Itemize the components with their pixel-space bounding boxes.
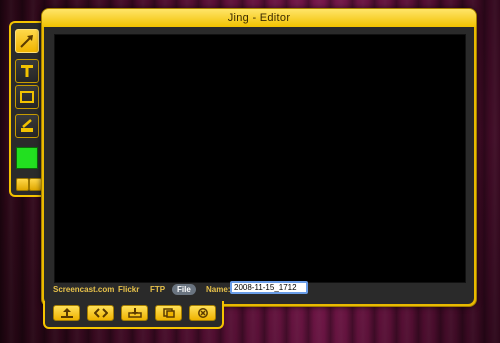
share-link-file[interactable]: File (172, 284, 196, 295)
cancel-button[interactable] (189, 305, 216, 321)
frame-tool-button[interactable] (15, 85, 39, 109)
capture-canvas[interactable] (54, 34, 466, 283)
palette-option-button[interactable] (16, 178, 29, 191)
editor-window: Jing - Editor Screencast.com Flickr FTP … (41, 8, 477, 307)
color-swatch[interactable] (16, 147, 38, 169)
tool-palette (9, 21, 43, 197)
highlight-tool-button[interactable] (15, 114, 39, 138)
arrow-tool-button[interactable] (15, 29, 39, 53)
share-link-flickr[interactable]: Flickr (118, 285, 139, 294)
share-button[interactable] (53, 305, 80, 321)
action-tray (43, 301, 224, 329)
text-tool-button[interactable] (15, 59, 39, 83)
name-label: Name: (206, 285, 231, 294)
embed-button[interactable] (87, 305, 114, 321)
window-title[interactable]: Jing - Editor (42, 9, 476, 27)
share-link-ftp[interactable]: FTP (150, 285, 165, 294)
save-button[interactable] (121, 305, 148, 321)
name-input[interactable] (230, 281, 308, 294)
share-link-screencast[interactable]: Screencast.com (53, 285, 114, 294)
copy-button[interactable] (155, 305, 182, 321)
window-body: Screencast.com Flickr FTP File Name: (44, 27, 474, 304)
